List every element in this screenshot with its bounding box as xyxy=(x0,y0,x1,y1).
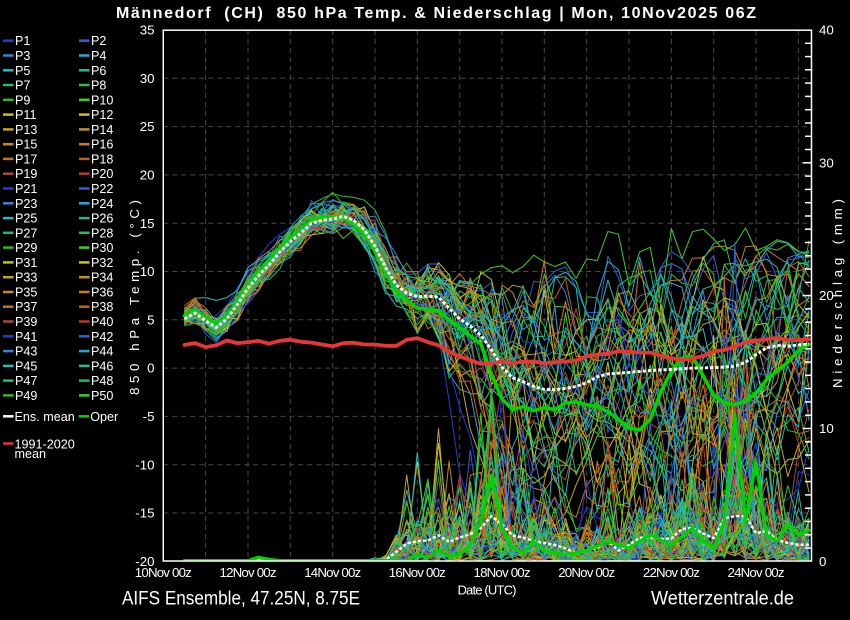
svg-text:P39: P39 xyxy=(15,315,37,329)
svg-text:P41: P41 xyxy=(15,330,37,344)
svg-text:Date (UTC): Date (UTC) xyxy=(458,583,517,598)
svg-text:20: 20 xyxy=(140,168,155,183)
svg-text:P27: P27 xyxy=(15,226,37,240)
svg-text:P31: P31 xyxy=(15,256,37,270)
svg-text:P3: P3 xyxy=(15,49,30,63)
svg-text:Wetterzentrale.de: Wetterzentrale.de xyxy=(651,589,794,610)
svg-text:P11: P11 xyxy=(15,108,36,122)
svg-text:P10: P10 xyxy=(91,93,113,107)
svg-text:-5: -5 xyxy=(143,409,155,424)
svg-text:P44: P44 xyxy=(91,345,113,359)
svg-text:P6: P6 xyxy=(91,64,106,78)
svg-text:P28: P28 xyxy=(91,226,113,240)
svg-text:P4: P4 xyxy=(91,49,106,63)
svg-text:16Nov 00z: 16Nov 00z xyxy=(389,565,446,580)
svg-text:Oper: Oper xyxy=(90,410,118,424)
svg-text:P21: P21 xyxy=(15,182,37,196)
svg-text:12Nov 00z: 12Nov 00z xyxy=(220,565,277,580)
svg-text:35: 35 xyxy=(140,23,155,38)
svg-text:P46: P46 xyxy=(91,359,113,373)
svg-text:P48: P48 xyxy=(91,374,113,388)
svg-text:P35: P35 xyxy=(15,286,37,300)
svg-text:P16: P16 xyxy=(91,138,113,152)
svg-text:P8: P8 xyxy=(91,79,106,93)
svg-text:14Nov 00z: 14Nov 00z xyxy=(304,565,361,580)
svg-text:P24: P24 xyxy=(91,197,113,211)
svg-text:10: 10 xyxy=(819,421,834,436)
svg-text:P29: P29 xyxy=(15,241,37,255)
svg-text:Ens. mean: Ens. mean xyxy=(15,410,75,424)
svg-text:25: 25 xyxy=(140,119,155,134)
svg-text:P7: P7 xyxy=(15,79,30,93)
svg-text:P33: P33 xyxy=(15,271,37,285)
svg-text:P49: P49 xyxy=(15,389,37,403)
svg-text:P26: P26 xyxy=(91,212,113,226)
svg-text:mean: mean xyxy=(15,447,47,461)
svg-text:P17: P17 xyxy=(15,152,37,166)
svg-text:P1: P1 xyxy=(15,34,30,48)
svg-text:-10: -10 xyxy=(135,457,154,472)
svg-text:P42: P42 xyxy=(91,330,113,344)
svg-text:P19: P19 xyxy=(15,167,37,181)
svg-text:P25: P25 xyxy=(15,212,37,226)
svg-text:30: 30 xyxy=(140,71,155,86)
svg-text:P23: P23 xyxy=(15,197,37,211)
svg-text:P9: P9 xyxy=(15,93,30,107)
svg-text:AIFS Ensemble, 47.25N, 8.75E: AIFS Ensemble, 47.25N, 8.75E xyxy=(122,589,360,610)
svg-text:P12: P12 xyxy=(91,108,113,122)
svg-text:P37: P37 xyxy=(15,300,37,314)
svg-text:5: 5 xyxy=(147,312,154,327)
svg-text:Männedorf (CH) 850 hPa Temp.: Männedorf (CH) 850 hPa Temp. & Niedersch… xyxy=(116,5,756,22)
svg-text:24Nov 00z: 24Nov 00z xyxy=(728,565,785,580)
svg-text:20Nov 00z: 20Nov 00z xyxy=(558,565,615,580)
svg-text:P18: P18 xyxy=(91,152,113,166)
svg-text:10Nov 00z: 10Nov 00z xyxy=(135,565,192,580)
svg-text:P30: P30 xyxy=(91,241,113,255)
svg-text:P13: P13 xyxy=(15,123,37,137)
svg-text:P22: P22 xyxy=(91,182,113,196)
svg-text:0: 0 xyxy=(147,361,154,376)
svg-text:P45: P45 xyxy=(15,359,37,373)
svg-text:P47: P47 xyxy=(15,374,37,388)
svg-text:P15: P15 xyxy=(15,138,37,152)
svg-text:0: 0 xyxy=(819,554,826,569)
svg-text:P34: P34 xyxy=(91,271,113,285)
svg-text:P20: P20 xyxy=(91,167,113,181)
svg-text:P50: P50 xyxy=(91,389,113,403)
svg-text:P40: P40 xyxy=(91,315,113,329)
svg-text:40: 40 xyxy=(819,23,834,38)
svg-text:P5: P5 xyxy=(15,64,30,78)
svg-text:P2: P2 xyxy=(91,34,106,48)
svg-text:-15: -15 xyxy=(135,506,154,521)
svg-text:22Nov 00z: 22Nov 00z xyxy=(643,565,700,580)
svg-text:30: 30 xyxy=(819,155,834,170)
svg-text:Niederschlag (mm): Niederschlag (mm) xyxy=(830,199,845,388)
svg-text:18Nov 00z: 18Nov 00z xyxy=(474,565,531,580)
svg-text:P32: P32 xyxy=(91,256,113,270)
svg-text:P14: P14 xyxy=(91,123,113,137)
svg-text:P36: P36 xyxy=(91,286,113,300)
svg-text:P38: P38 xyxy=(91,300,113,314)
svg-text:P43: P43 xyxy=(15,345,37,359)
